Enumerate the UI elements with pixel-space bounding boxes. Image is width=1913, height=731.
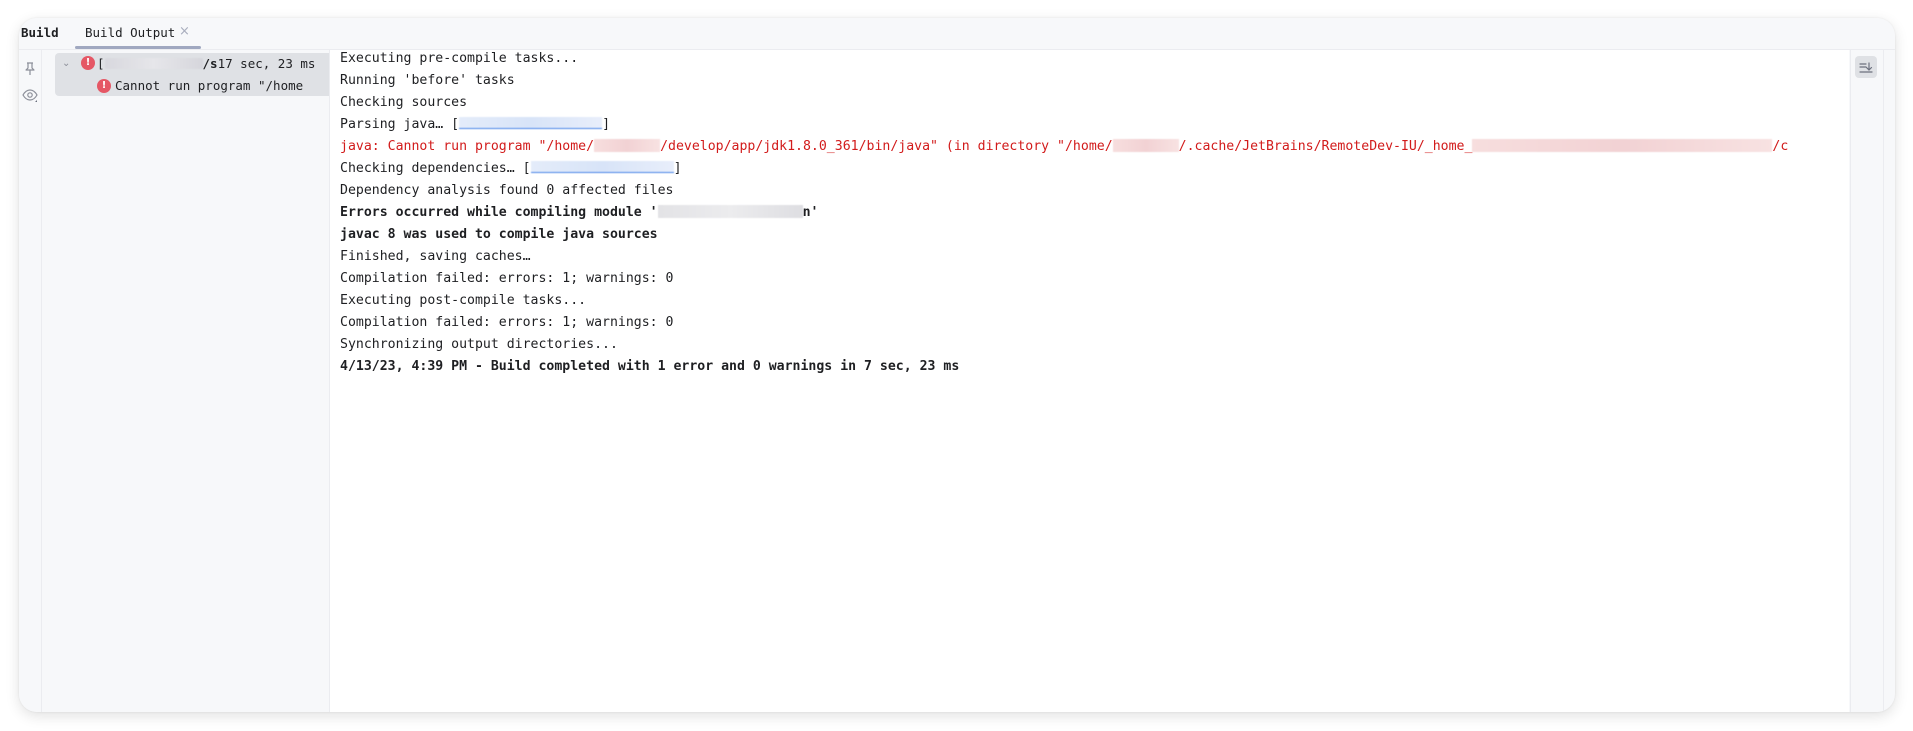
console-text: Checking dependencies… [ (340, 161, 531, 176)
console-text: ] (673, 161, 682, 176)
console-text: java: Cannot run program "/home/ (340, 139, 595, 154)
tree-root-label-suffix: /s (202, 56, 218, 71)
redacted-link[interactable] (459, 117, 603, 129)
console-text: /develop/app/jdk1.8.0_361/bin/java" (in … (660, 139, 1113, 154)
console-line: Synchronizing output directories... (340, 337, 618, 352)
redacted-text (594, 139, 661, 152)
redacted-text (1112, 139, 1179, 152)
console-line: Dependency analysis found 0 affected fil… (340, 183, 674, 198)
console-line: Parsing java… [] (340, 114, 610, 136)
pin-icon[interactable] (21, 60, 39, 78)
active-tab-indicator (75, 46, 201, 49)
error-icon: ! (97, 79, 111, 93)
redacted-link[interactable] (530, 161, 674, 173)
build-tool-window: Build Build Output × ⌄ ! [ /s17 sec, 23 m… (19, 18, 1895, 712)
console-line: Executing post-compile tasks... (340, 293, 587, 308)
redacted-module-name (657, 205, 803, 218)
console-text: Errors occurred while compiling module ' (340, 205, 658, 220)
console-line: Finished, saving caches… (340, 249, 531, 264)
console-line: Executing pre-compile tasks... (340, 51, 579, 66)
tab-bar: Build Build Output × (19, 18, 1895, 50)
console-line: Compilation failed: errors: 1; warnings:… (340, 271, 674, 286)
close-icon[interactable]: × (179, 24, 190, 39)
eye-icon[interactable] (21, 86, 39, 104)
scroll-to-end-icon (1859, 62, 1873, 73)
tree-child-label: Cannot run program "/home (115, 78, 304, 93)
tool-window-title: Build (21, 25, 59, 40)
redacted-text (1472, 139, 1773, 152)
tree-root-duration: 17 sec, 23 ms (217, 56, 316, 71)
console-text: /c (1772, 139, 1789, 154)
chevron-down-icon[interactable]: ⌄ (62, 58, 70, 69)
console-line: Checking sources (340, 95, 468, 110)
scroll-to-end-button[interactable] (1855, 56, 1877, 78)
console-line: Checking dependencies… [] (340, 158, 682, 180)
console-error-line: java: Cannot run program "/home/ /develop… (340, 136, 1788, 158)
build-output-console[interactable]: Executing pre-compile tasks... Running '… (330, 50, 1849, 712)
console-text: ] (602, 117, 611, 132)
tree-root-label-prefix: [ (97, 56, 105, 71)
console-line: Compilation failed: errors: 1; warnings:… (340, 315, 674, 330)
console-text: Parsing java… [ (340, 117, 460, 132)
redacted-project-name (104, 58, 203, 69)
left-toolbar (19, 50, 42, 712)
right-toolbar (1850, 50, 1884, 712)
console-text: n' (802, 205, 819, 220)
console-line: Running 'before' tasks (340, 73, 515, 88)
build-tree: ⌄ ! [ /s17 sec, 23 ms ! Cannot run progra… (42, 50, 330, 712)
console-summary-line: 4/13/23, 4:39 PM - Build completed with … (340, 359, 960, 374)
error-icon: ! (81, 56, 95, 70)
tab-build-output[interactable]: Build Output × (73, 18, 201, 49)
tab-label: Build Output (85, 25, 176, 40)
console-line: Errors occurred while compiling module '… (340, 202, 818, 224)
console-line: javac 8 was used to compile java sources (340, 227, 658, 242)
console-text: /.cache/JetBrains/RemoteDev-IU/_home_ (1178, 139, 1473, 154)
